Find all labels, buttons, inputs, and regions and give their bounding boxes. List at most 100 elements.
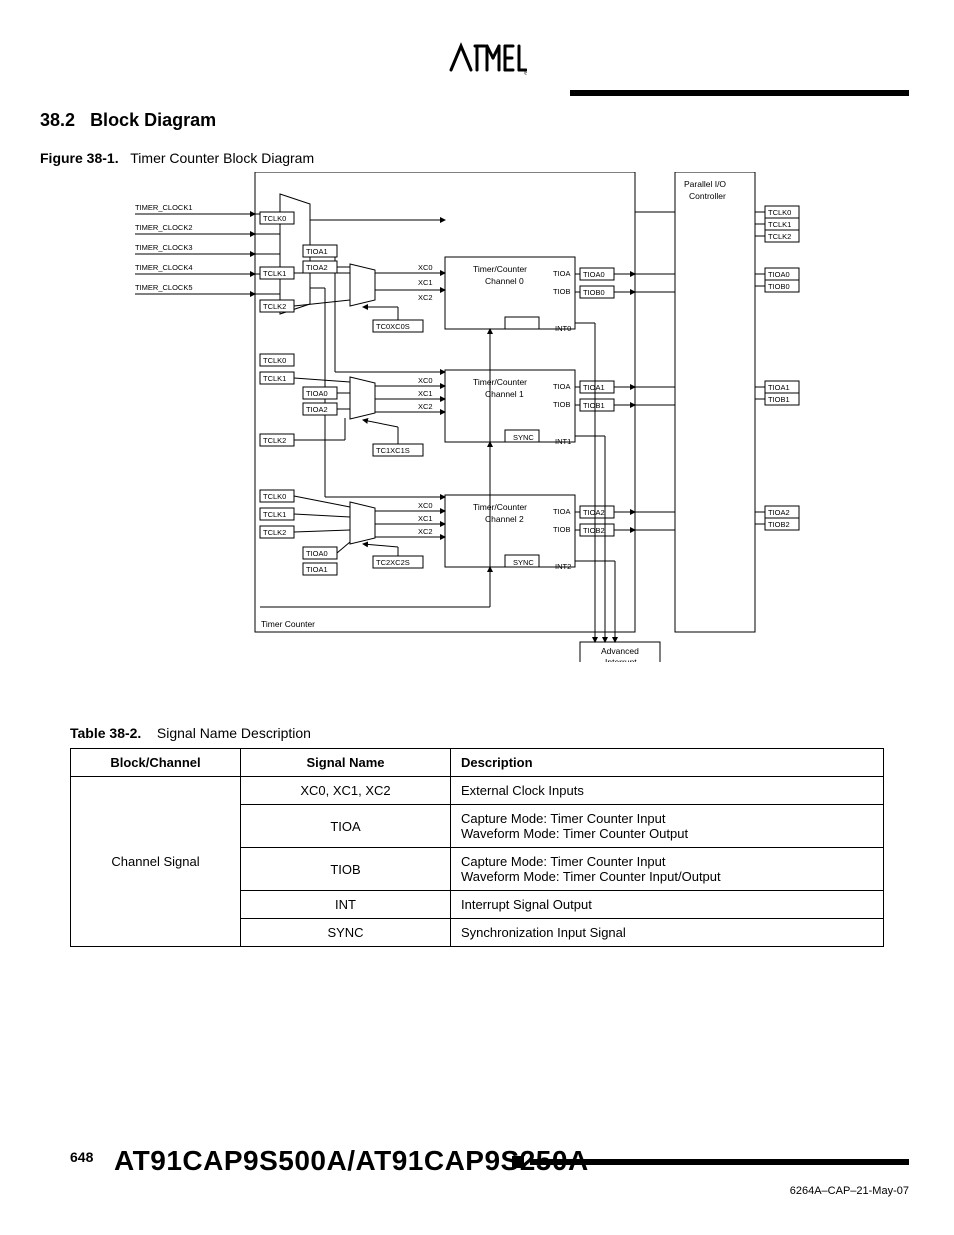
svg-text:Interrupt: Interrupt <box>605 657 637 662</box>
svg-text:TCLK0: TCLK0 <box>263 214 286 223</box>
svg-text:TIOA0: TIOA0 <box>306 389 328 398</box>
table-number: Table 38-2. <box>70 725 141 741</box>
th-signal: Signal Name <box>241 749 451 777</box>
table-header-row: Block/Channel Signal Name Description <box>71 749 884 777</box>
block-diagram: Timer Counter TIMER_CLOCK1 TIMER_CLOCK2 … <box>135 172 835 662</box>
atmel-logo: ® <box>447 40 527 76</box>
svg-text:TIMER_CLOCK4: TIMER_CLOCK4 <box>135 263 193 272</box>
svg-text:TIOA0: TIOA0 <box>583 270 605 279</box>
svg-text:TIOA2: TIOA2 <box>768 508 790 517</box>
svg-text:TC0XC0S: TC0XC0S <box>376 322 410 331</box>
svg-text:TCLK1: TCLK1 <box>263 374 286 383</box>
cell-desc: Capture Mode: Timer Counter Input Wavefo… <box>451 805 884 848</box>
figure-caption: Figure 38-1. Timer Counter Block Diagram <box>40 150 314 166</box>
svg-text:XC1: XC1 <box>418 389 433 398</box>
svg-text:TCLK1: TCLK1 <box>263 269 286 278</box>
svg-text:Channel 1: Channel 1 <box>485 389 524 399</box>
svg-text:TIMER_CLOCK3: TIMER_CLOCK3 <box>135 243 193 252</box>
svg-text:INT2: INT2 <box>555 562 571 571</box>
svg-text:Parallel I/O: Parallel I/O <box>684 179 726 189</box>
cell-desc: External Clock Inputs <box>451 777 884 805</box>
footer-rule <box>530 1159 909 1165</box>
th-desc: Description <box>451 749 884 777</box>
cell-desc: Synchronization Input Signal <box>451 919 884 947</box>
svg-text:TCLK0: TCLK0 <box>768 208 791 217</box>
figure-title: Timer Counter Block Diagram <box>130 150 314 166</box>
svg-text:TIOA: TIOA <box>553 269 571 278</box>
svg-text:TIOB2: TIOB2 <box>583 526 605 535</box>
svg-text:XC0: XC0 <box>418 263 433 272</box>
svg-text:Timer/Counter: Timer/Counter <box>473 502 527 512</box>
svg-text:TIOA: TIOA <box>553 382 571 391</box>
footer-docid: 6264A–CAP–21-May-07 <box>790 1185 909 1197</box>
svg-text:Timer Counter: Timer Counter <box>261 619 315 629</box>
svg-text:XC2: XC2 <box>418 402 433 411</box>
svg-text:TCLK2: TCLK2 <box>768 232 791 241</box>
svg-text:TIMER_CLOCK5: TIMER_CLOCK5 <box>135 283 193 292</box>
svg-text:TIOA2: TIOA2 <box>306 405 328 414</box>
svg-text:TIOA1: TIOA1 <box>583 383 605 392</box>
cell-desc: Interrupt Signal Output <box>451 891 884 919</box>
svg-text:Channel 2: Channel 2 <box>485 514 524 524</box>
svg-text:TIOB: TIOB <box>553 400 571 409</box>
svg-text:TIOA0: TIOA0 <box>306 549 328 558</box>
table-title: Signal Name Description <box>157 725 311 741</box>
svg-text:TIOB1: TIOB1 <box>583 401 605 410</box>
cell-signal: XC0, XC1, XC2 <box>241 777 451 805</box>
cell-signal: TIOB <box>241 848 451 891</box>
svg-text:TIOA: TIOA <box>553 507 571 516</box>
svg-text:Advanced: Advanced <box>601 646 639 656</box>
svg-text:TIOB1: TIOB1 <box>768 395 790 404</box>
svg-text:Controller: Controller <box>689 191 726 201</box>
cell-signal: TIOA <box>241 805 451 848</box>
svg-text:Timer/Counter: Timer/Counter <box>473 264 527 274</box>
svg-text:TCLK0: TCLK0 <box>263 492 286 501</box>
cell-desc: Capture Mode: Timer Counter Input Wavefo… <box>451 848 884 891</box>
svg-text:TC1XC1S: TC1XC1S <box>376 446 410 455</box>
table-row: Channel Signal XC0, XC1, XC2 External Cl… <box>71 777 884 805</box>
table-caption: Table 38-2. Signal Name Description <box>70 725 311 741</box>
svg-text:TIOB0: TIOB0 <box>768 282 790 291</box>
svg-text:TCLK0: TCLK0 <box>263 356 286 365</box>
svg-text:TIOA1: TIOA1 <box>768 383 790 392</box>
svg-text:XC2: XC2 <box>418 527 433 536</box>
svg-text:TIOB: TIOB <box>553 287 571 296</box>
svg-text:Channel 0: Channel 0 <box>485 276 524 286</box>
svg-text:INT0: INT0 <box>555 324 571 333</box>
svg-text:TIOB0: TIOB0 <box>583 288 605 297</box>
section-number: 38.2 <box>40 110 75 130</box>
svg-text:TIMER_CLOCK1: TIMER_CLOCK1 <box>135 203 193 212</box>
svg-text:XC0: XC0 <box>418 501 433 510</box>
cell-signal: SYNC <box>241 919 451 947</box>
page-number: 648 <box>70 1149 93 1165</box>
svg-text:TIOB2: TIOB2 <box>768 520 790 529</box>
section-heading: 38.2 Block Diagram <box>40 110 216 131</box>
svg-text:XC1: XC1 <box>418 278 433 287</box>
section-title: Block Diagram <box>90 110 216 130</box>
cell-group: Channel Signal <box>71 777 241 947</box>
svg-text:XC2: XC2 <box>418 293 433 302</box>
svg-text:TIMER_CLOCK2: TIMER_CLOCK2 <box>135 223 193 232</box>
svg-text:TIOA0: TIOA0 <box>768 270 790 279</box>
svg-text:TCLK2: TCLK2 <box>263 528 286 537</box>
svg-text:TIOA1: TIOA1 <box>306 247 328 256</box>
svg-text:TCLK2: TCLK2 <box>263 302 286 311</box>
th-block: Block/Channel <box>71 749 241 777</box>
figure-number: Figure 38-1. <box>40 150 119 166</box>
svg-text:XC0: XC0 <box>418 376 433 385</box>
svg-text:TIOA2: TIOA2 <box>306 263 328 272</box>
svg-text:XC1: XC1 <box>418 514 433 523</box>
svg-text:TCLK1: TCLK1 <box>263 510 286 519</box>
svg-text:TIOB: TIOB <box>553 525 571 534</box>
signal-table: Block/Channel Signal Name Description Ch… <box>70 748 884 947</box>
cell-signal: INT <box>241 891 451 919</box>
svg-text:INT1: INT1 <box>555 437 571 446</box>
svg-text:TCLK2: TCLK2 <box>263 436 286 445</box>
svg-text:TIOA1: TIOA1 <box>306 565 328 574</box>
svg-text:SYNC: SYNC <box>513 558 534 567</box>
svg-text:®: ® <box>524 69 527 76</box>
svg-text:TC2XC2S: TC2XC2S <box>376 558 410 567</box>
svg-text:TIOA2: TIOA2 <box>583 508 605 517</box>
svg-text:SYNC: SYNC <box>513 433 534 442</box>
svg-text:Timer/Counter: Timer/Counter <box>473 377 527 387</box>
